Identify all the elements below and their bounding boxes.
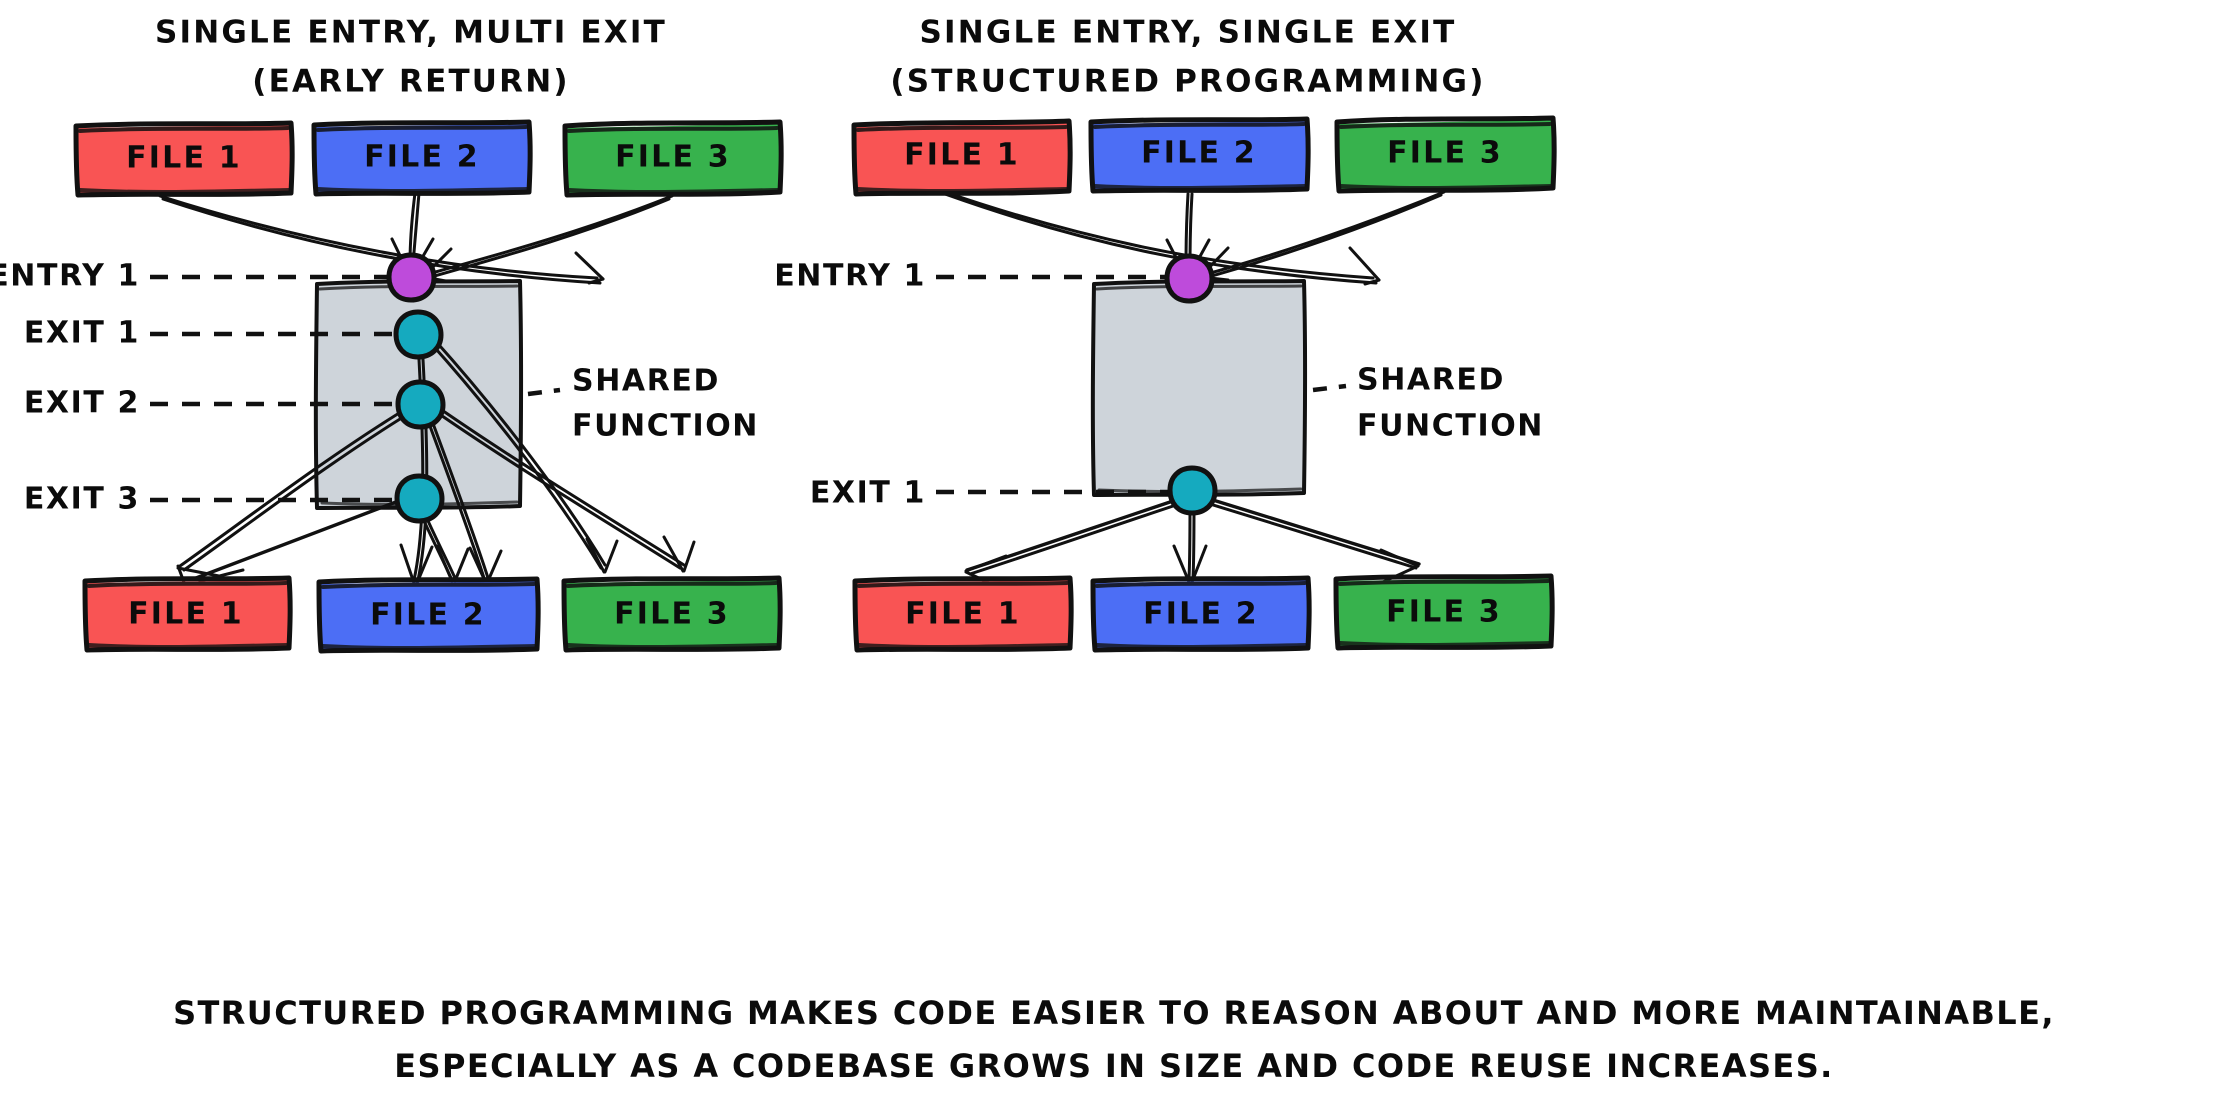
bottom-file-box-2[interactable]: FILE 2 xyxy=(1090,575,1312,653)
panel-title-line2: (STRUCTURED PROGRAMMING) xyxy=(890,64,1485,100)
marker-label-exit-2: EXIT 2 xyxy=(24,386,140,421)
top-file-box-1[interactable]: FILE 1 xyxy=(73,120,295,198)
shared-function-leader xyxy=(1312,383,1347,393)
top-file-box-2[interactable]: FILE 2 xyxy=(311,119,533,197)
bottom-file-box-1-label: FILE 1 xyxy=(905,597,1021,632)
node-entry-1 xyxy=(1164,253,1215,304)
bottom-file-box-1[interactable]: FILE 1 xyxy=(852,575,1074,653)
marker-label-exit-1: EXIT 1 xyxy=(24,316,140,351)
bottom-file-box-2[interactable]: FILE 2 xyxy=(316,576,541,654)
diagram-canvas: SINGLE ENTRY, MULTI EXIT (EARLY RETURN) xyxy=(0,0,2228,1108)
top-file-box-2-label: FILE 2 xyxy=(1141,136,1257,171)
panel-multi-exit: SINGLE ENTRY, MULTI EXIT (EARLY RETURN) xyxy=(0,15,784,654)
caption-line-1: STRUCTURED PROGRAMMING MAKES CODE EASIER… xyxy=(173,994,2055,1032)
shared-function-label-line1: SHARED xyxy=(572,364,720,399)
top-file-box-1[interactable]: FILE 1 xyxy=(851,118,1073,197)
marker-label-entry-1: ENTRY 1 xyxy=(0,259,140,294)
node-exit-2 xyxy=(395,379,446,430)
bottom-file-box-3[interactable]: FILE 3 xyxy=(1333,573,1555,651)
top-file-box-2[interactable]: FILE 2 xyxy=(1088,116,1311,194)
bottom-file-box-2-label: FILE 2 xyxy=(1143,597,1259,632)
top-file-box-3-label: FILE 3 xyxy=(615,140,731,175)
node-entry-1 xyxy=(386,252,437,303)
panel-title-line1: SINGLE ENTRY, MULTI EXIT xyxy=(155,15,667,51)
bottom-file-box-3-label: FILE 3 xyxy=(614,597,730,632)
caption-line-2: ESPECIALLY AS A CODEBASE GROWS IN SIZE A… xyxy=(394,1047,1833,1085)
panel-title-line2: (EARLY RETURN) xyxy=(252,64,570,100)
diagram-svg: SINGLE ENTRY, MULTI EXIT (EARLY RETURN) xyxy=(0,15,2055,1086)
shared-function-leader xyxy=(527,387,561,397)
top-file-box-3[interactable]: FILE 3 xyxy=(562,119,784,198)
bottom-file-box-3[interactable]: FILE 3 xyxy=(561,575,783,653)
bottom-file-box-1[interactable]: FILE 1 xyxy=(82,575,293,653)
node-exit-3 xyxy=(394,473,445,524)
top-file-box-3-label: FILE 3 xyxy=(1387,136,1503,171)
marker-label-entry-1: ENTRY 1 xyxy=(774,259,926,294)
node-exit-1 xyxy=(1167,465,1218,516)
top-file-box-1-label: FILE 1 xyxy=(126,141,242,176)
marker-label-exit-1: EXIT 1 xyxy=(810,476,926,511)
marker-label-exit-3: EXIT 3 xyxy=(24,482,140,517)
top-file-box-3[interactable]: FILE 3 xyxy=(1334,115,1557,194)
shared-function-label-line1: SHARED xyxy=(1357,363,1505,398)
bottom-file-box-2-label: FILE 2 xyxy=(370,598,486,633)
shared-function-label-line2: FUNCTION xyxy=(1357,409,1544,444)
top-file-box-2-label: FILE 2 xyxy=(364,140,480,175)
panel-single-exit: SINGLE ENTRY, SINGLE EXIT (STRUCTURED PR… xyxy=(774,15,1557,653)
shared-function-box xyxy=(1093,281,1305,496)
shared-function-label-line2: FUNCTION xyxy=(572,409,759,444)
panel-title-line1: SINGLE ENTRY, SINGLE EXIT xyxy=(919,15,1456,51)
bottom-file-box-1-label: FILE 1 xyxy=(128,597,244,632)
node-exit-1 xyxy=(393,309,444,360)
top-file-box-1-label: FILE 1 xyxy=(904,138,1020,173)
bottom-file-box-3-label: FILE 3 xyxy=(1386,595,1502,630)
